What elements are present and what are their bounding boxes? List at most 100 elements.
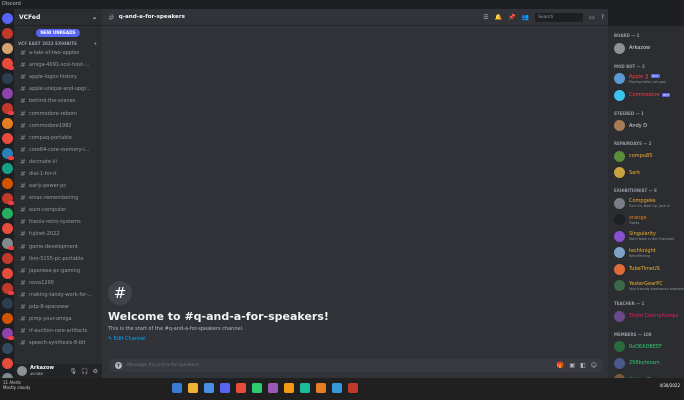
member-item[interactable]: Commodore BOT	[614, 87, 684, 104]
home-server-icon[interactable]	[1, 13, 13, 24]
weather-widget[interactable]: 11 Alerts Mostly cloudy	[3, 380, 31, 390]
gift-icon[interactable]: 🎁	[557, 362, 564, 369]
member-item[interactable]: Singularity Don't bask in the Chevrolet	[614, 228, 684, 245]
server-icon[interactable]	[1, 103, 14, 115]
channel-item[interactable]: # euro-computer	[17, 204, 99, 216]
server-icon[interactable]	[1, 73, 13, 84]
taskbar-app-icon[interactable]	[300, 383, 310, 393]
member-item[interactable]: 256byteram	[614, 355, 684, 372]
channel-item[interactable]: # nova1200	[17, 277, 99, 289]
channel-item[interactable]: # foenix-retro-systems	[17, 216, 99, 228]
server-icon[interactable]	[1, 118, 13, 129]
guild-header[interactable]: VCFed ⌄	[14, 9, 102, 26]
channel-item[interactable]: # behind-the-scenes	[17, 95, 99, 107]
threads-icon[interactable]: ☰	[483, 14, 488, 21]
taskbar-app-icon[interactable]	[332, 383, 342, 393]
member-item[interactable]: Sark	[614, 165, 684, 182]
server-icon[interactable]	[1, 178, 13, 189]
channel-item[interactable]: # decmate-iii	[17, 156, 99, 168]
gif-icon[interactable]: ▣	[569, 362, 575, 369]
server-icon[interactable]	[1, 268, 13, 279]
upload-plus-icon[interactable]: +	[115, 362, 122, 369]
member-item[interactable]: YesterGearPC Your friendly electronics en…	[614, 278, 684, 295]
server-icon[interactable]	[1, 328, 14, 340]
edit-channel-link[interactable]: ✎ Edit Channel	[108, 336, 329, 342]
taskbar-app-icon[interactable]	[172, 383, 182, 393]
channel-item[interactable]: # ibm-5155-pc-portable	[17, 253, 99, 265]
member-item[interactable]: 0xDEADBEEF	[614, 339, 684, 356]
member-item[interactable]: orange Tracks	[614, 212, 684, 229]
add-channel-icon[interactable]: +	[93, 41, 97, 46]
member-item[interactable]: Andy D	[614, 118, 684, 135]
chevron-down-icon[interactable]: ⌄	[92, 14, 97, 21]
search-input[interactable]: Search	[535, 12, 584, 22]
headphones-icon[interactable]: 🎧	[81, 368, 88, 375]
member-item[interactable]: Compgeke Turn On, Boot Up, Jack In	[614, 195, 684, 212]
channel-item[interactable]: # dial-1-for-it	[17, 168, 99, 180]
server-icon[interactable]	[1, 193, 14, 205]
channel-item[interactable]: # apple-logos-history	[17, 71, 99, 83]
taskbar-app-icon[interactable]	[284, 383, 294, 393]
channel-item[interactable]: # rf-auction-rare-artifacts	[17, 325, 99, 337]
channel-item[interactable]: # speech-synthesis-8-bit	[17, 337, 99, 349]
channel-item[interactable]: # amiga-4091-scsi-host-...	[17, 59, 99, 71]
server-icon[interactable]	[1, 313, 13, 324]
channel-item[interactable]: # commodore-reborn	[17, 107, 99, 119]
server-icon[interactable]	[1, 238, 14, 250]
server-icon[interactable]	[1, 43, 13, 54]
microphone-icon[interactable]: 🎙	[70, 368, 78, 375]
taskbar-app-icon[interactable]	[252, 383, 262, 393]
bell-icon[interactable]: 🔔	[495, 14, 502, 21]
members-icon[interactable]: 👥	[522, 14, 529, 21]
channel-item[interactable]: # a-tale-of-two-apples	[17, 47, 99, 59]
server-icon[interactable]	[1, 28, 13, 39]
taskbar-app-icon[interactable]	[236, 383, 246, 393]
server-icon[interactable]	[1, 223, 13, 234]
server-icon[interactable]	[1, 208, 13, 219]
server-icon[interactable]	[1, 88, 13, 99]
server-icon[interactable]	[1, 148, 14, 160]
help-icon[interactable]: ?	[601, 14, 604, 21]
member-item[interactable]: Arkazow	[614, 40, 684, 57]
taskbar-app-icon[interactable]	[188, 383, 198, 393]
system-clock[interactable]: 4/30/2022	[659, 383, 680, 388]
channel-item[interactable]: # core64-core-memory-i...	[17, 144, 99, 156]
member-item[interactable]: techknight Retrofitching	[614, 245, 684, 262]
server-icon[interactable]	[1, 163, 13, 174]
taskbar-app-icon[interactable]	[268, 383, 278, 393]
channel-item[interactable]: # pdp-8-spacewar	[17, 301, 99, 313]
message-input[interactable]: Message #q-and-a-for-speakers	[127, 363, 199, 368]
new-unreads-button[interactable]: NEW UNREADS	[36, 29, 80, 37]
channel-item[interactable]: # eniac-remembering	[17, 192, 99, 204]
channel-item[interactable]: # apple-unique-and-upgr...	[17, 83, 99, 95]
member-item[interactable]: compu85	[614, 148, 684, 165]
member-item[interactable]: Apple ][ BOT Playing Hello I am gay	[614, 71, 684, 88]
server-icon[interactable]	[1, 58, 14, 70]
channel-category[interactable]: VCF EAST 2022 EXHIBITS +	[14, 37, 102, 47]
channel-item[interactable]: # early-power-pc	[17, 180, 99, 192]
channel-item[interactable]: # japanese-pc-gaming	[17, 265, 99, 277]
inbox-icon[interactable]: ▭	[589, 14, 595, 21]
taskbar-app-icon[interactable]	[204, 383, 214, 393]
taskbar-app-icon[interactable]	[348, 383, 358, 393]
member-item[interactable]: TubeTimeUS	[614, 261, 684, 278]
channel-item[interactable]: # making-tandy-work-for-...	[17, 289, 99, 301]
server-icon[interactable]	[1, 283, 14, 295]
channel-item[interactable]: # pimp-your-amiga	[17, 313, 99, 325]
member-item[interactable]: Thom Cherryhomes	[614, 308, 684, 325]
pin-icon[interactable]: 📌	[508, 14, 515, 21]
sticker-icon[interactable]: ◧	[580, 362, 586, 369]
avatar[interactable]	[17, 366, 27, 376]
channel-item[interactable]: # game-development	[17, 241, 99, 253]
server-icon[interactable]	[1, 133, 13, 144]
channel-item[interactable]: # fujinet-2022	[17, 228, 99, 240]
server-icon[interactable]	[1, 358, 13, 369]
taskbar-app-icon[interactable]	[316, 383, 326, 393]
channel-item[interactable]: # commodore1982	[17, 120, 99, 132]
emoji-icon[interactable]: ☺	[591, 362, 597, 369]
channel-item[interactable]: # compaq-portable	[17, 132, 99, 144]
taskbar-app-icon[interactable]	[220, 383, 230, 393]
server-icon[interactable]	[1, 343, 13, 354]
server-icon[interactable]	[1, 253, 13, 264]
gear-icon[interactable]: ⚙	[93, 368, 98, 375]
